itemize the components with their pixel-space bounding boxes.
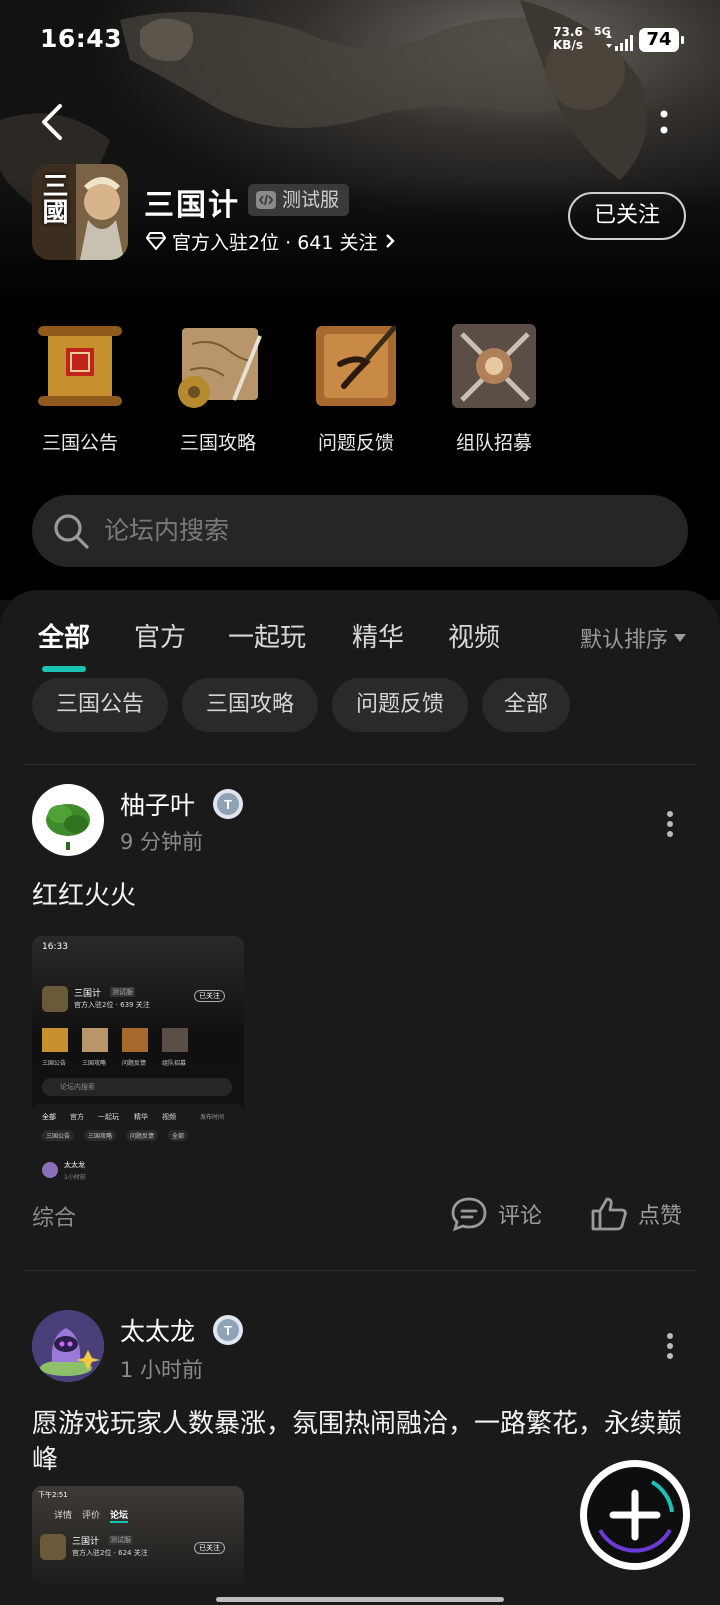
- home-indicator[interactable]: [216, 1597, 504, 1602]
- app-name: 三国计: [144, 188, 240, 223]
- sort-label: 默认排序: [580, 628, 669, 653]
- like-label: 点赞: [638, 1204, 683, 1229]
- tab-play-together[interactable]: 一起玩: [228, 616, 306, 660]
- active-tab-indicator: [42, 666, 86, 672]
- search-icon: [54, 514, 89, 549]
- code-icon: [256, 191, 276, 209]
- user-level-icon: T: [213, 789, 243, 819]
- post-image[interactable]: 16:33 三国计 测试服 官方入驻2位 · 639 关注 已关注 三国公告 三…: [32, 936, 244, 1186]
- svg-text:T: T: [224, 797, 232, 812]
- quick-link-label: 问题反馈: [317, 432, 394, 454]
- quick-link-guides[interactable]: 三国攻略: [166, 320, 270, 460]
- svg-text:T: T: [224, 1323, 232, 1338]
- post-card[interactable]: 柚子叶 T 9 分钟前 红红火火 16:33 三国计 测试服 官方入驻2位 · …: [0, 776, 720, 1276]
- forum-stats-text: 官方入驻2位 · 641 关注: [172, 231, 378, 254]
- post-more-icon[interactable]: [662, 1332, 678, 1360]
- quick-link-label: 组队招募: [455, 432, 532, 454]
- forum-stats-link[interactable]: 官方入驻2位 · 641 关注: [146, 226, 396, 256]
- plus-icon: [598, 1480, 674, 1553]
- app-icon-text: 三國: [38, 172, 68, 224]
- thumbs-up-icon: [591, 1197, 627, 1231]
- forum-search-input[interactable]: 论坛内搜索: [32, 495, 688, 567]
- brush-icon: [316, 325, 397, 406]
- tab-video[interactable]: 视频: [448, 616, 500, 660]
- divider: [24, 1270, 696, 1271]
- scroll-icon: [38, 326, 122, 406]
- triangle-down-icon: [674, 634, 687, 642]
- post-category[interactable]: 综合: [32, 1200, 76, 1232]
- more-options-icon[interactable]: [652, 106, 676, 142]
- tab-official[interactable]: 官方: [134, 616, 186, 660]
- quick-link-team-recruit[interactable]: 组队招募: [442, 320, 546, 460]
- avatar[interactable]: [32, 784, 104, 856]
- comment-button[interactable]: 评论: [450, 1196, 542, 1232]
- username[interactable]: 柚子叶: [120, 786, 195, 822]
- quick-link-feedback[interactable]: 问题反馈: [304, 320, 408, 460]
- status-time: 16:43: [40, 24, 123, 53]
- username[interactable]: 太太龙: [120, 1312, 195, 1348]
- test-badge-label: 测试服: [282, 189, 340, 211]
- quick-link-announcements[interactable]: 三国公告: [28, 320, 132, 460]
- comment-label: 评论: [498, 1204, 543, 1229]
- chip-announcements[interactable]: 三国公告: [32, 678, 168, 732]
- network-speed: 73.6 KB/s: [553, 25, 583, 52]
- search-placeholder: 论坛内搜索: [104, 516, 230, 545]
- weapons-icon: [452, 324, 536, 408]
- signal-icon: [606, 34, 633, 51]
- quick-link-label: 三国攻略: [179, 432, 256, 454]
- sort-dropdown[interactable]: 默认排序: [580, 622, 687, 654]
- post-more-icon[interactable]: [662, 810, 678, 838]
- tab-featured[interactable]: 精华: [352, 616, 404, 660]
- tab-all[interactable]: 全部: [38, 616, 90, 660]
- test-server-badge: 测试服: [248, 184, 350, 216]
- divider: [24, 764, 696, 765]
- post-time: 9 分钟前: [120, 830, 204, 854]
- avatar[interactable]: [32, 1310, 104, 1382]
- follow-button[interactable]: 已关注: [568, 192, 686, 240]
- chip-all[interactable]: 全部: [482, 678, 570, 732]
- back-button[interactable]: [36, 102, 72, 142]
- post-image[interactable]: 下午2:51 详情 评价 论坛 三国计 测试服 官方入驻2位 · 624 关注 …: [32, 1486, 244, 1586]
- app-icon: 三國: [32, 164, 128, 260]
- user-level-icon: T: [213, 1315, 243, 1345]
- post-time: 1 小时前: [120, 1358, 204, 1382]
- post-text[interactable]: 红红火火: [32, 878, 692, 914]
- map-icon: [178, 328, 262, 408]
- chip-feedback[interactable]: 问题反馈: [332, 678, 468, 732]
- forum-panel: 全部 官方 一起玩 精华 视频 默认排序 三国公告 三国攻略 问题反馈 全部 柚…: [0, 590, 720, 1605]
- battery-indicator: 74: [639, 28, 684, 52]
- status-bar: 16:43 73.6 KB/s 5G 74: [0, 0, 720, 80]
- chip-guides[interactable]: 三国攻略: [182, 678, 318, 732]
- create-post-button[interactable]: [580, 1460, 690, 1570]
- category-chips: 三国公告 三国攻略 问题反馈 全部: [0, 678, 720, 734]
- diamond-icon: [146, 232, 166, 250]
- like-button[interactable]: 点赞: [590, 1196, 682, 1232]
- forum-tabs: 全部 官方 一起玩 精华 视频 默认排序: [0, 616, 720, 672]
- chevron-right-icon: [385, 234, 395, 248]
- quick-link-label: 三国公告: [41, 432, 118, 454]
- comment-icon: [451, 1197, 487, 1232]
